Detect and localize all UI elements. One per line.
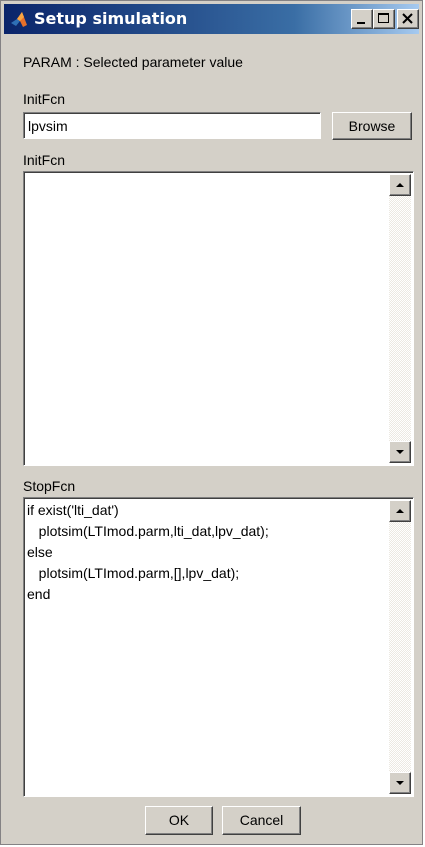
stop-code-editor[interactable]: if exist('lti_dat') plotsim(LTImod.parm,…: [23, 497, 414, 797]
scroll-down-button[interactable]: [389, 441, 411, 463]
init-code-label: InitFcn: [23, 152, 66, 168]
stop-code-text[interactable]: if exist('lti_dat') plotsim(LTImod.parm,…: [27, 500, 383, 794]
scroll-down-button[interactable]: [389, 772, 411, 794]
param-label: PARAM : Selected parameter value: [23, 54, 243, 70]
ok-button[interactable]: OK: [145, 806, 213, 835]
close-icon: [402, 13, 413, 24]
close-button[interactable]: [397, 9, 419, 29]
browse-button[interactable]: Browse: [332, 112, 412, 140]
scroll-up-button[interactable]: [389, 174, 411, 196]
init-field-label: InitFcn: [23, 91, 66, 107]
cancel-button[interactable]: Cancel: [222, 806, 301, 835]
minimize-button[interactable]: [351, 9, 373, 29]
arrow-up-icon: [396, 183, 404, 187]
arrow-up-icon: [396, 509, 404, 513]
stop-code-scrollbar[interactable]: [389, 500, 411, 794]
code-line: plotsim(LTImod.parm,[],lpv_dat);: [27, 565, 240, 581]
code-line: if exist('lti_dat'): [27, 502, 119, 518]
title-bar[interactable]: Setup simulation: [4, 4, 419, 34]
init-function-input[interactable]: [23, 112, 321, 139]
window-title: Setup simulation: [34, 9, 188, 28]
init-function-input-text[interactable]: [24, 113, 320, 138]
code-line: plotsim(LTImod.parm,lti_dat,lpv_dat);: [27, 523, 269, 539]
arrow-down-icon: [396, 450, 404, 454]
scroll-up-button[interactable]: [389, 500, 411, 522]
arrow-down-icon: [396, 781, 404, 785]
maximize-icon: [378, 13, 389, 23]
matlab-logo-icon: [11, 12, 27, 27]
minimize-icon: [357, 22, 365, 24]
setup-simulation-dialog: Setup simulation PARAM : Selected parame…: [0, 0, 423, 845]
init-code-text[interactable]: [27, 174, 383, 463]
code-line: end: [27, 586, 51, 602]
stop-code-label: StopFcn: [23, 478, 76, 494]
code-line: else: [27, 544, 53, 560]
maximize-button[interactable]: [373, 9, 395, 29]
init-code-scrollbar[interactable]: [389, 174, 411, 463]
init-code-editor[interactable]: [23, 171, 414, 466]
